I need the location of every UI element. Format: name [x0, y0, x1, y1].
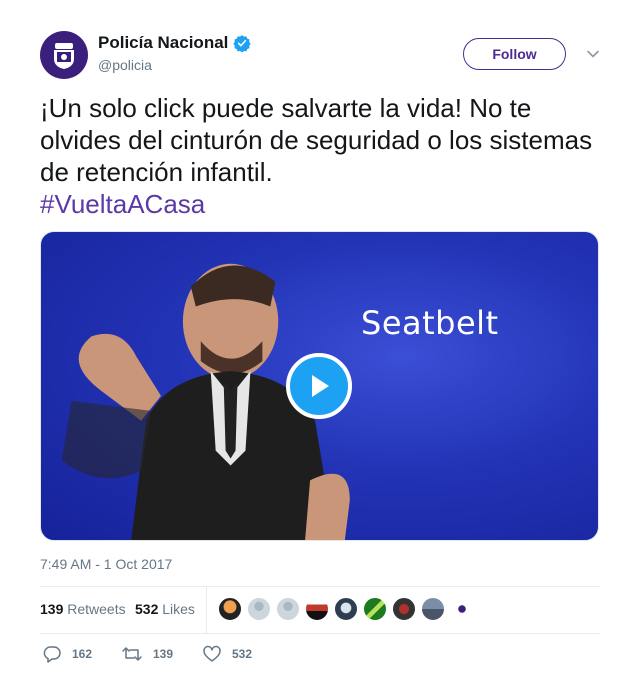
account-name-block[interactable]: Policía Nacional @policia: [98, 33, 252, 73]
liker-avatar[interactable]: [392, 597, 416, 621]
video-player[interactable]: Seatbelt: [40, 231, 599, 541]
tweet-timestamp[interactable]: 7:49 AM - 1 Oct 2017: [40, 556, 172, 572]
liker-avatar[interactable]: [305, 597, 329, 621]
police-crest-icon: [54, 43, 74, 69]
heart-icon: [203, 645, 221, 662]
liker-avatar[interactable]: [363, 597, 387, 621]
tweet-actions: 162 139 532: [40, 644, 600, 668]
retweets-stat[interactable]: 139 Retweets: [40, 601, 126, 617]
avatar[interactable]: [40, 31, 88, 79]
tweet-text: ¡Un solo click puede salvarte la vida! N…: [40, 92, 600, 220]
tweet-header: Policía Nacional @policia Follow: [40, 31, 600, 79]
hashtag-link[interactable]: #VueltaACasa: [40, 189, 205, 219]
likes-stat[interactable]: 532 Likes: [135, 601, 195, 617]
divider: [40, 633, 600, 634]
tweet-body: ¡Un solo click puede salvarte la vida! N…: [40, 93, 593, 187]
liker-avatar[interactable]: [334, 597, 358, 621]
liker-avatar[interactable]: [276, 597, 300, 621]
likes-label: Likes: [162, 601, 195, 617]
account-handle[interactable]: @policia: [98, 57, 251, 73]
liker-avatar[interactable]: [247, 597, 271, 621]
stats-separator: [206, 587, 207, 633]
reply-icon: [43, 646, 61, 663]
verified-badge-icon: [233, 35, 252, 52]
likes-count: 532: [135, 601, 159, 617]
like-count: 532: [232, 647, 253, 661]
play-button[interactable]: [286, 353, 352, 419]
liker-avatar[interactable]: [450, 597, 474, 621]
chevron-down-icon[interactable]: [586, 47, 600, 61]
retweet-button[interactable]: 139: [121, 644, 173, 664]
play-icon: [312, 375, 329, 397]
engagement-stats: 139 Retweets 532 Likes: [40, 587, 600, 633]
reply-count: 162: [72, 647, 93, 661]
like-button[interactable]: 532: [202, 644, 252, 664]
liker-avatars: [218, 597, 479, 621]
reply-button[interactable]: 162: [42, 644, 92, 664]
retweets-count: 139: [40, 601, 64, 617]
retweet-icon: [122, 647, 142, 661]
liker-avatar[interactable]: [218, 597, 242, 621]
follow-button[interactable]: Follow: [463, 38, 566, 70]
liker-avatar[interactable]: [421, 597, 445, 621]
retweets-label: Retweets: [67, 601, 126, 617]
display-name[interactable]: Policía Nacional: [98, 33, 228, 53]
video-caption: Seatbelt: [361, 304, 499, 342]
retweet-count: 139: [153, 647, 174, 661]
